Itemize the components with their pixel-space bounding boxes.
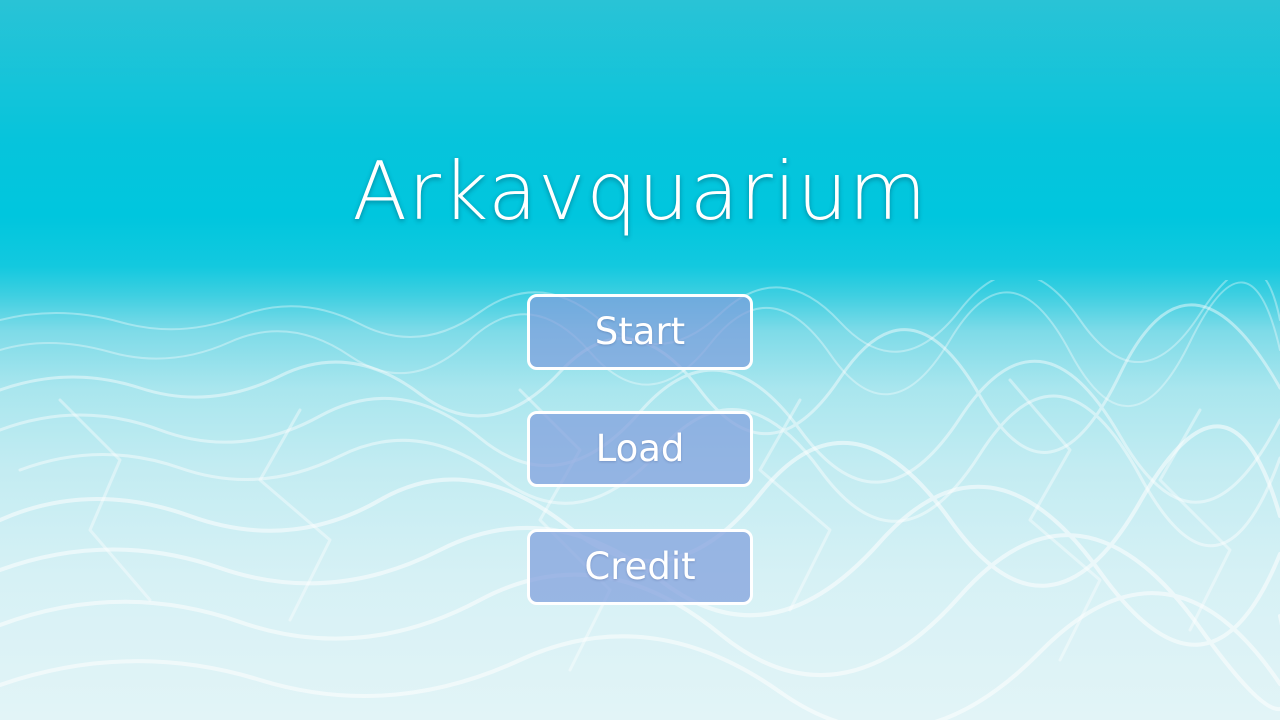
water-surface-glow	[0, 0, 1280, 140]
load-button[interactable]: Load	[527, 411, 753, 487]
credit-button[interactable]: Credit	[527, 529, 753, 605]
start-button[interactable]: Start	[527, 294, 753, 370]
underwater-background: Arkavquarium Start Load Credit	[0, 0, 1280, 720]
game-title: Arkavquarium	[352, 145, 928, 238]
